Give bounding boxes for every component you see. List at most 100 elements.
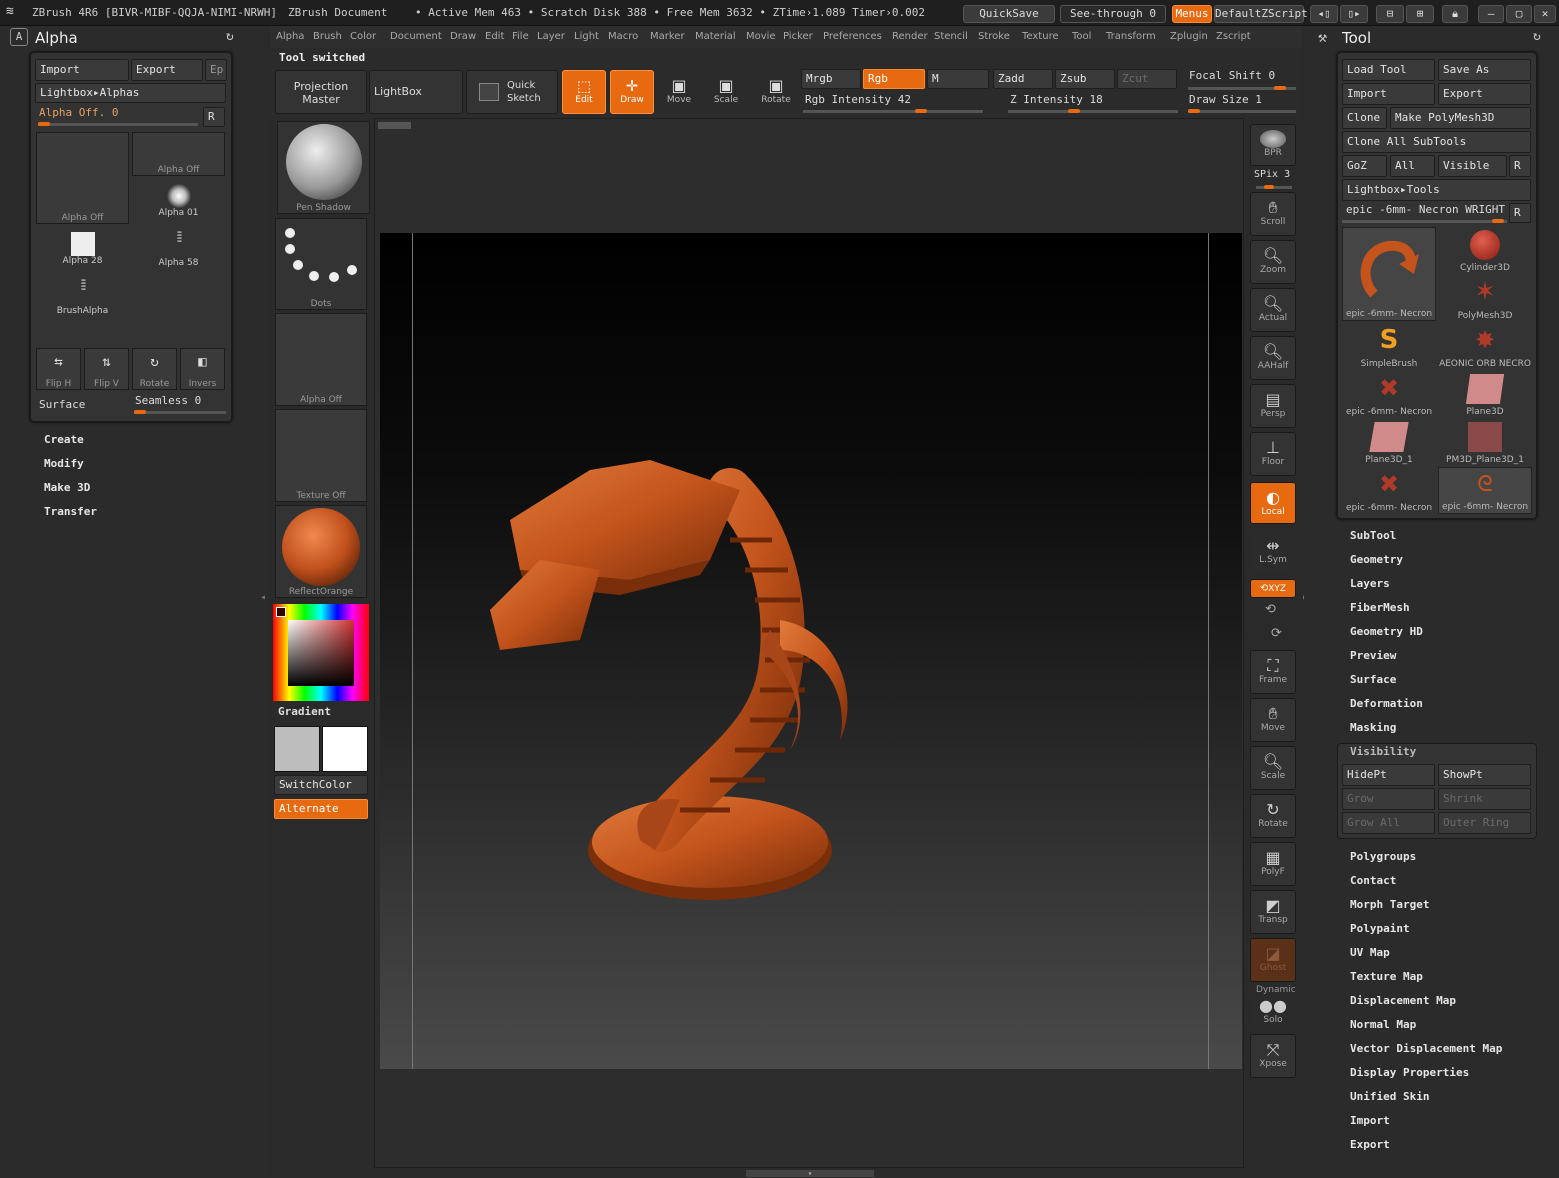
alpha-slider-label[interactable]: Alpha Off. 0	[39, 106, 118, 119]
tool-menu-polygroups[interactable]: Polygroups	[1350, 850, 1416, 863]
menu-color[interactable]: Color	[350, 31, 376, 42]
color-picker[interactable]	[273, 604, 369, 701]
tool-menu-unified-skin[interactable]: Unified Skin	[1350, 1090, 1429, 1103]
alpha-slider[interactable]	[38, 122, 198, 126]
menus-toggle[interactable]: Menus	[1172, 5, 1212, 23]
menu-render[interactable]: Render	[892, 31, 928, 42]
viewport-scroll-handle[interactable]	[378, 122, 411, 129]
menu-brush[interactable]: Brush	[313, 31, 342, 42]
scale-mode-button[interactable]: ▣ Scale	[703, 72, 749, 114]
clone-all-subtools-button[interactable]: Clone All SubTools	[1342, 131, 1531, 153]
color-picker-square[interactable]	[288, 620, 354, 686]
rgb-button[interactable]: Rgb	[863, 69, 925, 89]
zoom-button[interactable]: 🔍︎ Zoom	[1250, 240, 1296, 284]
spix-slider[interactable]	[1256, 185, 1292, 189]
menu-light[interactable]: Light	[574, 31, 599, 42]
menu-macro[interactable]: Macro	[608, 31, 638, 42]
menu-layer[interactable]: Layer	[537, 31, 565, 42]
alpha-r-button[interactable]: R	[203, 107, 225, 127]
rgb-intensity-label[interactable]: Rgb Intensity 42	[805, 93, 911, 106]
menu-marker[interactable]: Marker	[650, 31, 685, 42]
brush-selector[interactable]: Pen Shadow	[277, 121, 370, 214]
invert-alpha-button[interactable]: ◧ Invers	[180, 348, 225, 390]
primary-color-swatch[interactable]	[322, 726, 368, 772]
main-color-swatch[interactable]	[276, 607, 286, 617]
quicksave-button[interactable]: QuickSave	[963, 5, 1055, 23]
focal-shift-label[interactable]: Focal Shift 0	[1189, 69, 1275, 82]
shrink-button[interactable]: Shrink	[1438, 788, 1531, 810]
minimize-icon[interactable]: –	[1478, 5, 1504, 23]
menu-alpha[interactable]: Alpha	[276, 31, 304, 42]
zadd-button[interactable]: Zadd	[993, 69, 1053, 89]
tool-menu-surface[interactable]: Surface	[1350, 673, 1396, 686]
focal-shift-slider[interactable]	[1188, 86, 1296, 90]
left-menu-create[interactable]: Create	[44, 433, 84, 446]
goz-all-button[interactable]: All	[1390, 155, 1435, 177]
material-selector[interactable]: ReflectOrange	[275, 505, 367, 598]
tool-thumb-necron-3[interactable]: ✖ epic -6mm- Necron	[1342, 467, 1436, 514]
quick-sketch-button[interactable]: Quick Sketch	[466, 70, 558, 114]
xpose-button[interactable]: ⤧ Xpose	[1250, 1034, 1296, 1078]
layout-a-icon[interactable]: ⊟	[1376, 5, 1404, 23]
tool-thumb-simplebrush[interactable]: S SimpleBrush	[1342, 323, 1436, 370]
goz-r-button[interactable]: R	[1509, 155, 1531, 177]
stroke-selector[interactable]: Dots	[275, 218, 367, 310]
default-zscript-button[interactable]: DefaultZScript	[1214, 5, 1308, 23]
z-intensity-label[interactable]: Z Intensity 18	[1010, 93, 1103, 106]
actual-button[interactable]: 🔍︎ Actual	[1250, 288, 1296, 332]
goz-visible-button[interactable]: Visible	[1438, 155, 1507, 177]
draw-size-label[interactable]: Draw Size 1	[1189, 93, 1262, 106]
local-button[interactable]: ◐ Local	[1250, 482, 1296, 524]
tool-thumb-plane3d-1[interactable]: Plane3D_1	[1342, 419, 1436, 466]
grow-button[interactable]: Grow	[1342, 788, 1435, 810]
rgb-intensity-slider[interactable]	[803, 109, 983, 113]
tool-export-button[interactable]: Export	[1438, 83, 1531, 105]
menu-preferences[interactable]: Preferences	[823, 31, 882, 42]
lsym-button[interactable]: ⇹ L.Sym	[1250, 530, 1296, 572]
polyf-button[interactable]: ▦ PolyF	[1250, 842, 1296, 886]
zsub-button[interactable]: Zsub	[1055, 69, 1115, 89]
viewport-bottom-handle[interactable]: ▾	[746, 1170, 874, 1178]
alpha-thumb-current[interactable]: Alpha Off	[36, 132, 129, 224]
rotate-alpha-button[interactable]: ↻ Rotate	[132, 348, 177, 390]
alpha-thumb-01[interactable]: Alpha 01	[132, 180, 225, 226]
solo-button[interactable]: ●● Solo	[1250, 994, 1296, 1030]
projection-master-button[interactable]: Projection Master	[275, 70, 367, 114]
frame-button[interactable]: ⛶ Frame	[1250, 650, 1296, 694]
menu-texture[interactable]: Texture	[1022, 31, 1059, 42]
tool-menu-preview[interactable]: Preview	[1350, 649, 1396, 662]
move-mode-button[interactable]: ▣ Move	[656, 72, 702, 114]
scroll-button[interactable]: ✋︎ Scroll	[1250, 192, 1296, 236]
tool-menu-layers[interactable]: Layers	[1350, 577, 1390, 590]
tool-menu-contact[interactable]: Contact	[1350, 874, 1396, 887]
refresh-icon[interactable]: ↻	[226, 29, 234, 44]
tool-menu-geometry[interactable]: Geometry	[1350, 553, 1403, 566]
view-move-button[interactable]: ✋︎ Move	[1250, 698, 1296, 742]
alpha-thumb-brushalpha[interactable]: ⦙⦙⦙ BrushAlpha	[36, 276, 129, 322]
menu-edit[interactable]: Edit	[485, 31, 504, 42]
lightbox-alphas-button[interactable]: Lightbox▸Alphas	[35, 83, 226, 103]
menu-material[interactable]: Material	[695, 31, 736, 42]
spix-slider-label[interactable]: SPix 3	[1254, 169, 1290, 180]
tool-menu-export[interactable]: Export	[1350, 1138, 1390, 1151]
layout-b-icon[interactable]: ⊞	[1406, 5, 1434, 23]
hidept-button[interactable]: HidePt	[1342, 764, 1435, 786]
tool-menu-display-properties[interactable]: Display Properties	[1350, 1066, 1469, 1079]
tool-r-button[interactable]: R	[1509, 203, 1531, 223]
close-icon[interactable]: ✕	[1534, 5, 1556, 23]
tool-menu-vector-displacement-map[interactable]: Vector Displacement Map	[1350, 1042, 1502, 1055]
tool-thumb-polymesh3d[interactable]: ✶ PolyMesh3D	[1438, 275, 1532, 322]
alpha-ep-button[interactable]: Ep	[205, 59, 227, 81]
rotate-mode-button[interactable]: ▣ Rotate	[753, 72, 799, 114]
tool-menu-subtool[interactable]: SubTool	[1350, 529, 1396, 542]
see-through-slider[interactable]: See-through 0	[1060, 5, 1166, 23]
persp-button[interactable]: ▤ Persp	[1250, 384, 1296, 428]
layout-next-icon[interactable]: ▯▸	[1340, 5, 1368, 23]
menu-stencil[interactable]: Stencil	[934, 31, 968, 42]
tool-thumb-necron-main[interactable]: epic -6mm- Necron	[1342, 227, 1436, 321]
draw-mode-button[interactable]: ✛ Draw	[610, 70, 654, 114]
alpha-export-button[interactable]: Export	[131, 59, 203, 81]
tool-menu-import[interactable]: Import	[1350, 1114, 1390, 1127]
z-rotate-icon[interactable]: ⟳	[1271, 626, 1282, 641]
view-rotate-button[interactable]: ↻ Rotate	[1250, 794, 1296, 838]
